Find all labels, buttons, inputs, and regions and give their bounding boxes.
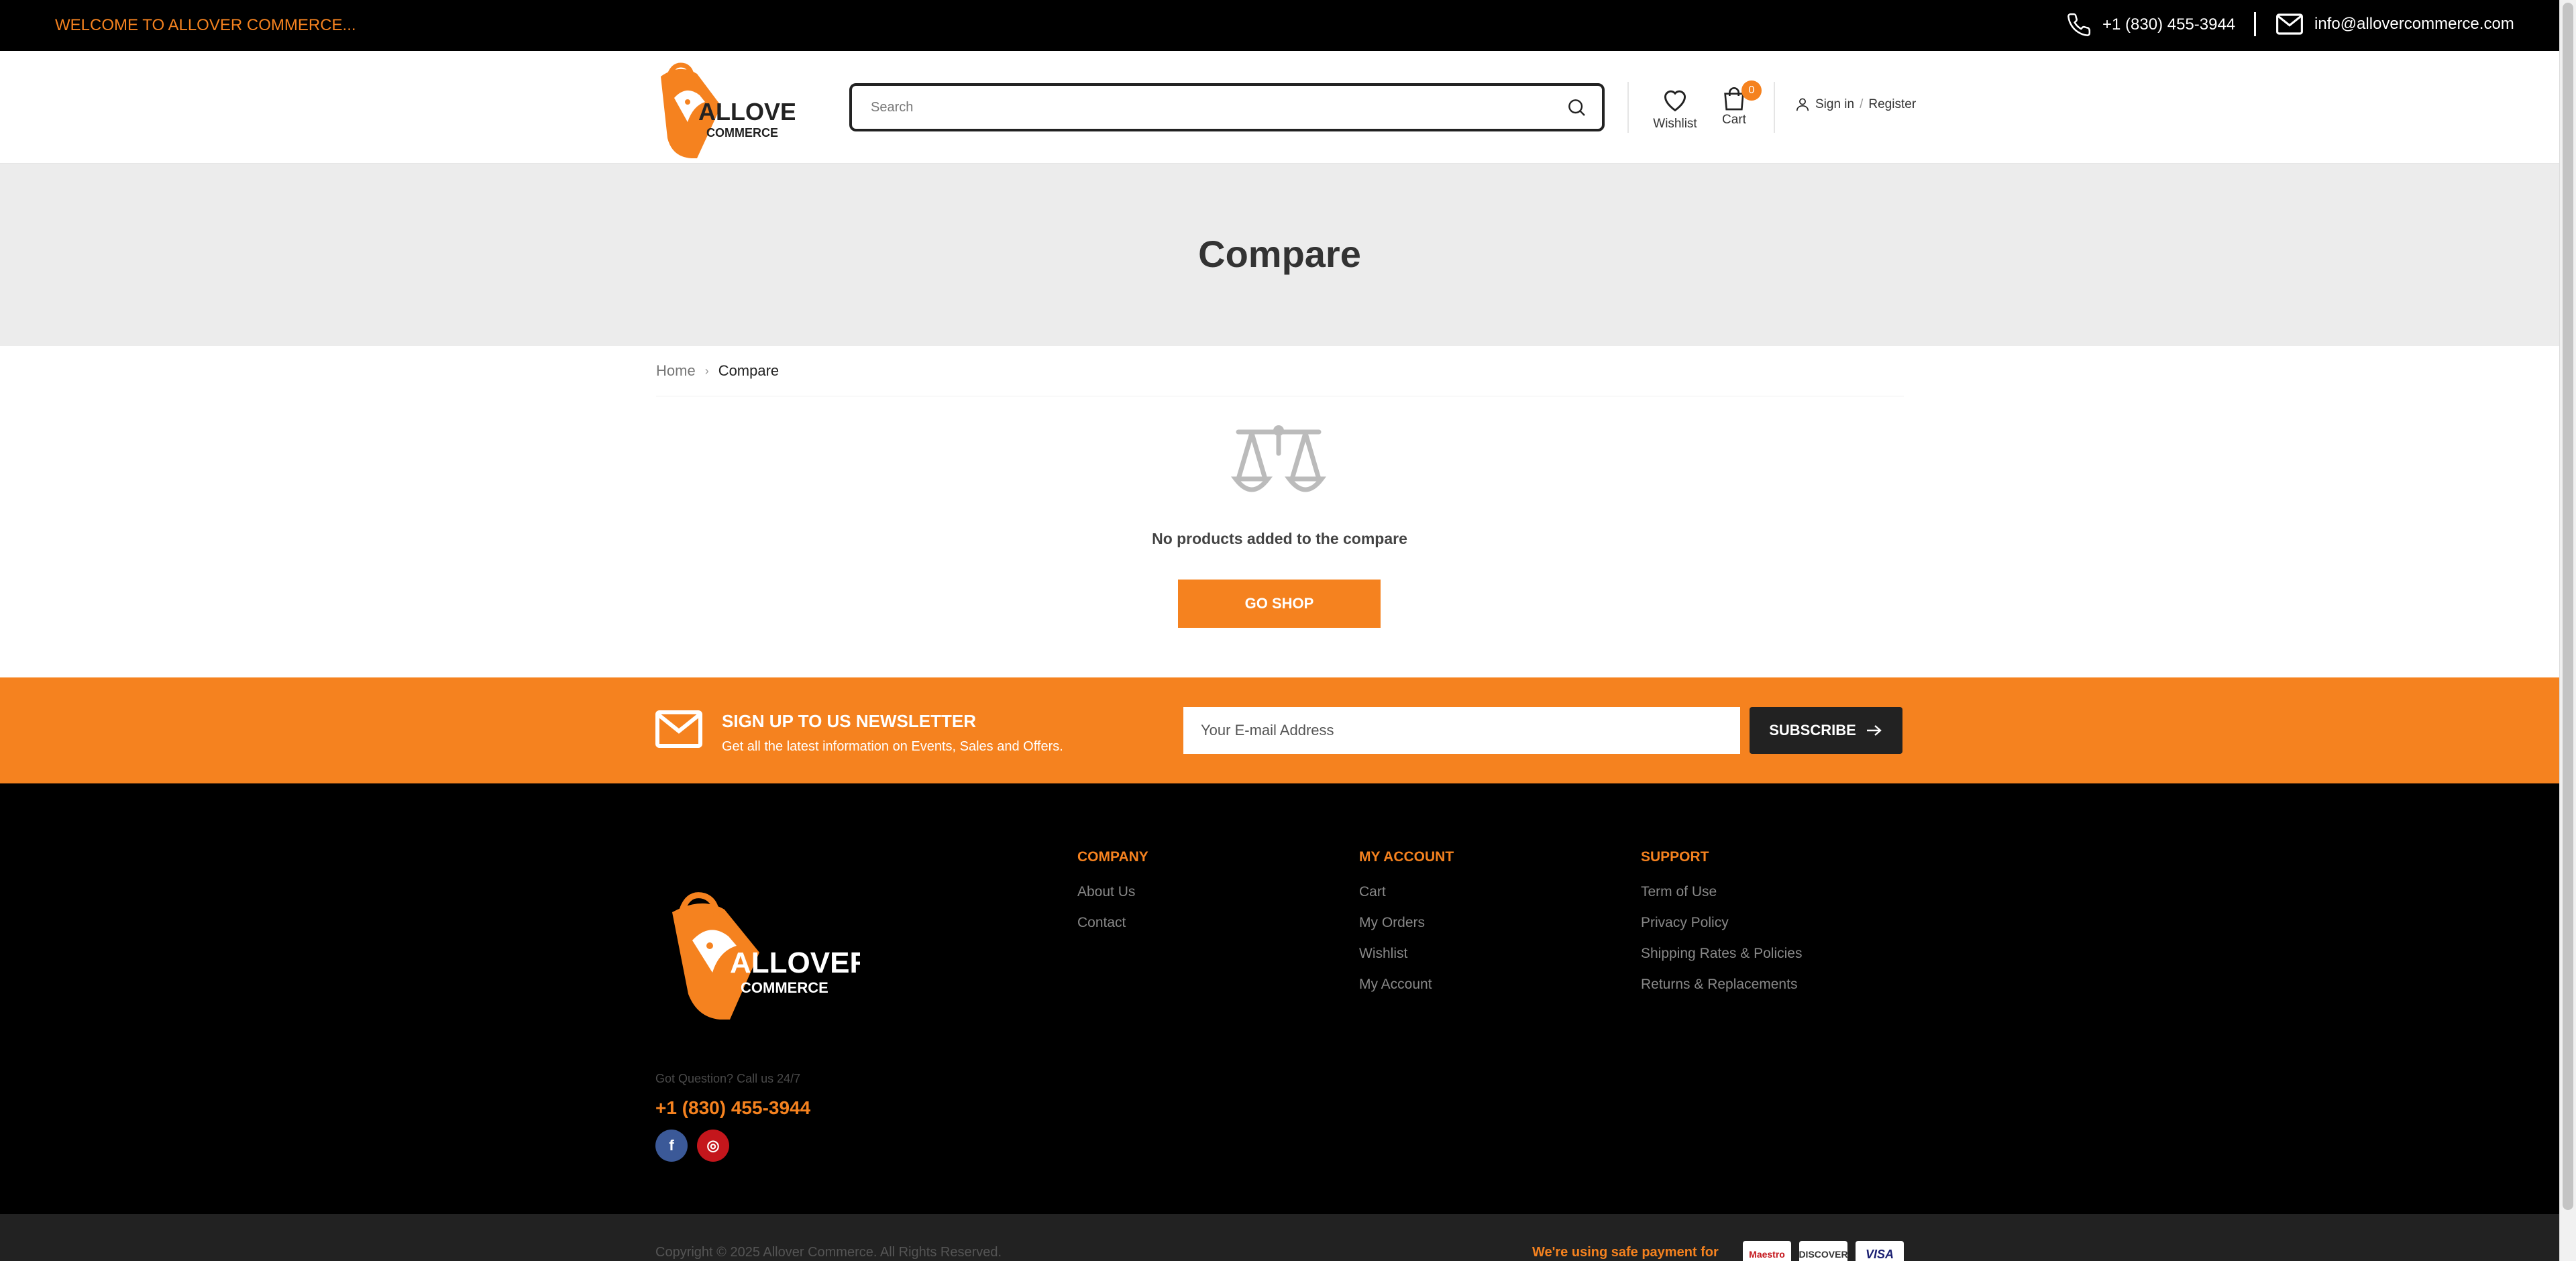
topbar-divider	[2254, 12, 2256, 36]
footer-got-question: Got Question? Call us 24/7	[655, 1072, 801, 1085]
footer-link-contact[interactable]: Contact	[1077, 915, 1148, 931]
scale-compare-icon	[1230, 425, 1327, 492]
footer-link-terms[interactable]: Term of Use	[1641, 884, 1802, 900]
footer-link-returns[interactable]: Returns & Replacements	[1641, 977, 1802, 993]
maestro-payment-icon: Maestro	[1743, 1241, 1791, 1261]
chevron-right-icon: ›	[704, 364, 709, 378]
breadcrumb: Home › Compare	[656, 362, 779, 380]
newsletter-title: SIGN UP TO US NEWSLETTER	[722, 711, 976, 731]
top-bar: WELCOME TO ALLOVER COMMERCE... +1 (830) …	[0, 0, 2559, 51]
phone-icon	[2068, 13, 2091, 36]
footer-link-privacy[interactable]: Privacy Policy	[1641, 915, 1802, 931]
safe-payment-text: We're using safe payment for	[1532, 1245, 1719, 1260]
footer-link-shipping[interactable]: Shipping Rates & Policies	[1641, 946, 1802, 962]
envelope-icon	[655, 710, 702, 748]
account-slash: /	[1860, 97, 1864, 111]
footer-column-title: COMPANY	[1077, 849, 1148, 865]
breadcrumb-current: Compare	[718, 362, 780, 379]
svg-text:COMMERCE: COMMERCE	[706, 126, 778, 140]
empty-compare-message: No products added to the compare	[1152, 530, 1407, 547]
site-header: ALLOVER COMMERCE Wishlist 0 Cart Sign in…	[0, 51, 2559, 164]
discover-payment-icon: DISCOVER	[1799, 1241, 1848, 1261]
newsletter-section: SIGN UP TO US NEWSLETTER Get all the lat…	[0, 677, 2559, 783]
svg-text:ALLOVER: ALLOVER	[730, 946, 860, 979]
footer-link-cart[interactable]: Cart	[1359, 884, 1454, 900]
scrollbar-thumb[interactable]	[2563, 3, 2573, 1210]
footer-link-my-orders[interactable]: My Orders	[1359, 915, 1454, 931]
heart-icon	[1664, 90, 1686, 112]
instagram-icon[interactable]: ◎	[697, 1130, 729, 1162]
welcome-message: WELCOME TO ALLOVER COMMERCE...	[55, 16, 356, 34]
copyright-text: Copyright © 2025 Allover Commerce. All R…	[655, 1245, 1002, 1260]
footer-column-my-account: MY ACCOUNT Cart My Orders Wishlist My Ac…	[1359, 849, 1454, 1007]
header-divider	[1627, 82, 1629, 133]
page-title-band: Compare	[0, 164, 2559, 346]
page-title: Compare	[1198, 233, 1361, 275]
header-divider	[1774, 82, 1775, 133]
svg-text:ALLOVER: ALLOVER	[698, 98, 795, 125]
search-input[interactable]	[871, 95, 1528, 119]
footer-link-about-us[interactable]: About Us	[1077, 884, 1148, 900]
go-shop-button[interactable]: GO SHOP	[1178, 580, 1381, 628]
subscribe-label: SUBSCRIBE	[1769, 722, 1856, 738]
footer-column-title: SUPPORT	[1641, 849, 1709, 865]
search-icon[interactable]	[1566, 97, 1587, 118]
newsletter-subtitle: Get all the latest information on Events…	[722, 739, 1063, 754]
topbar-email-text: info@allovercommerce.com	[2314, 15, 2514, 33]
footer-link-my-account[interactable]: My Account	[1359, 977, 1454, 993]
wishlist-label: Wishlist	[1653, 117, 1697, 131]
page-scrollbar[interactable]	[2559, 0, 2576, 1261]
footer-phone[interactable]: +1 (830) 455-3944	[655, 1097, 810, 1119]
cart-label: Cart	[1722, 113, 1746, 127]
signin-link[interactable]: Sign in	[1815, 97, 1854, 112]
register-link[interactable]: Register	[1868, 97, 1916, 112]
footer-logo[interactable]: ALLOVER COMMERCE	[665, 885, 860, 1020]
footer-column-company: COMPANY About Us Contact	[1077, 849, 1148, 946]
site-footer: ALLOVER COMMERCE COMPANY About Us Contac…	[0, 783, 2559, 1214]
facebook-icon[interactable]: f	[655, 1130, 688, 1162]
arrow-right-icon	[1866, 725, 1882, 736]
subscribe-button[interactable]: SUBSCRIBE	[1750, 707, 1902, 754]
account-links: Sign in / Register	[1795, 97, 1916, 113]
topbar-phone[interactable]: +1 (830) 455-3944	[2066, 12, 2235, 38]
footer-column-support: SUPPORT Term of Use Privacy Policy Shipp…	[1641, 849, 1802, 1007]
search-box[interactable]	[849, 83, 1605, 131]
topbar-phone-text: +1 (830) 455-3944	[2102, 15, 2236, 34]
cart-link[interactable]: 0 Cart	[1717, 80, 1762, 127]
newsletter-email-input[interactable]	[1183, 707, 1740, 754]
wishlist-link[interactable]: Wishlist	[1652, 86, 1699, 131]
visa-payment-icon: VISA	[1856, 1241, 1904, 1261]
svg-text:COMMERCE: COMMERCE	[741, 979, 828, 996]
footer-column-title: MY ACCOUNT	[1359, 849, 1454, 865]
topbar-email[interactable]: info@allovercommerce.com	[2275, 12, 2514, 36]
mail-icon	[2276, 13, 2303, 35]
site-logo[interactable]: ALLOVER COMMERCE	[647, 58, 795, 158]
footer-bottom-bar: Copyright © 2025 Allover Commerce. All R…	[0, 1214, 2559, 1261]
user-icon	[1796, 98, 1809, 111]
footer-link-wishlist[interactable]: Wishlist	[1359, 946, 1454, 962]
breadcrumb-home[interactable]: Home	[656, 362, 696, 380]
cart-count-badge: 0	[1741, 80, 1762, 101]
